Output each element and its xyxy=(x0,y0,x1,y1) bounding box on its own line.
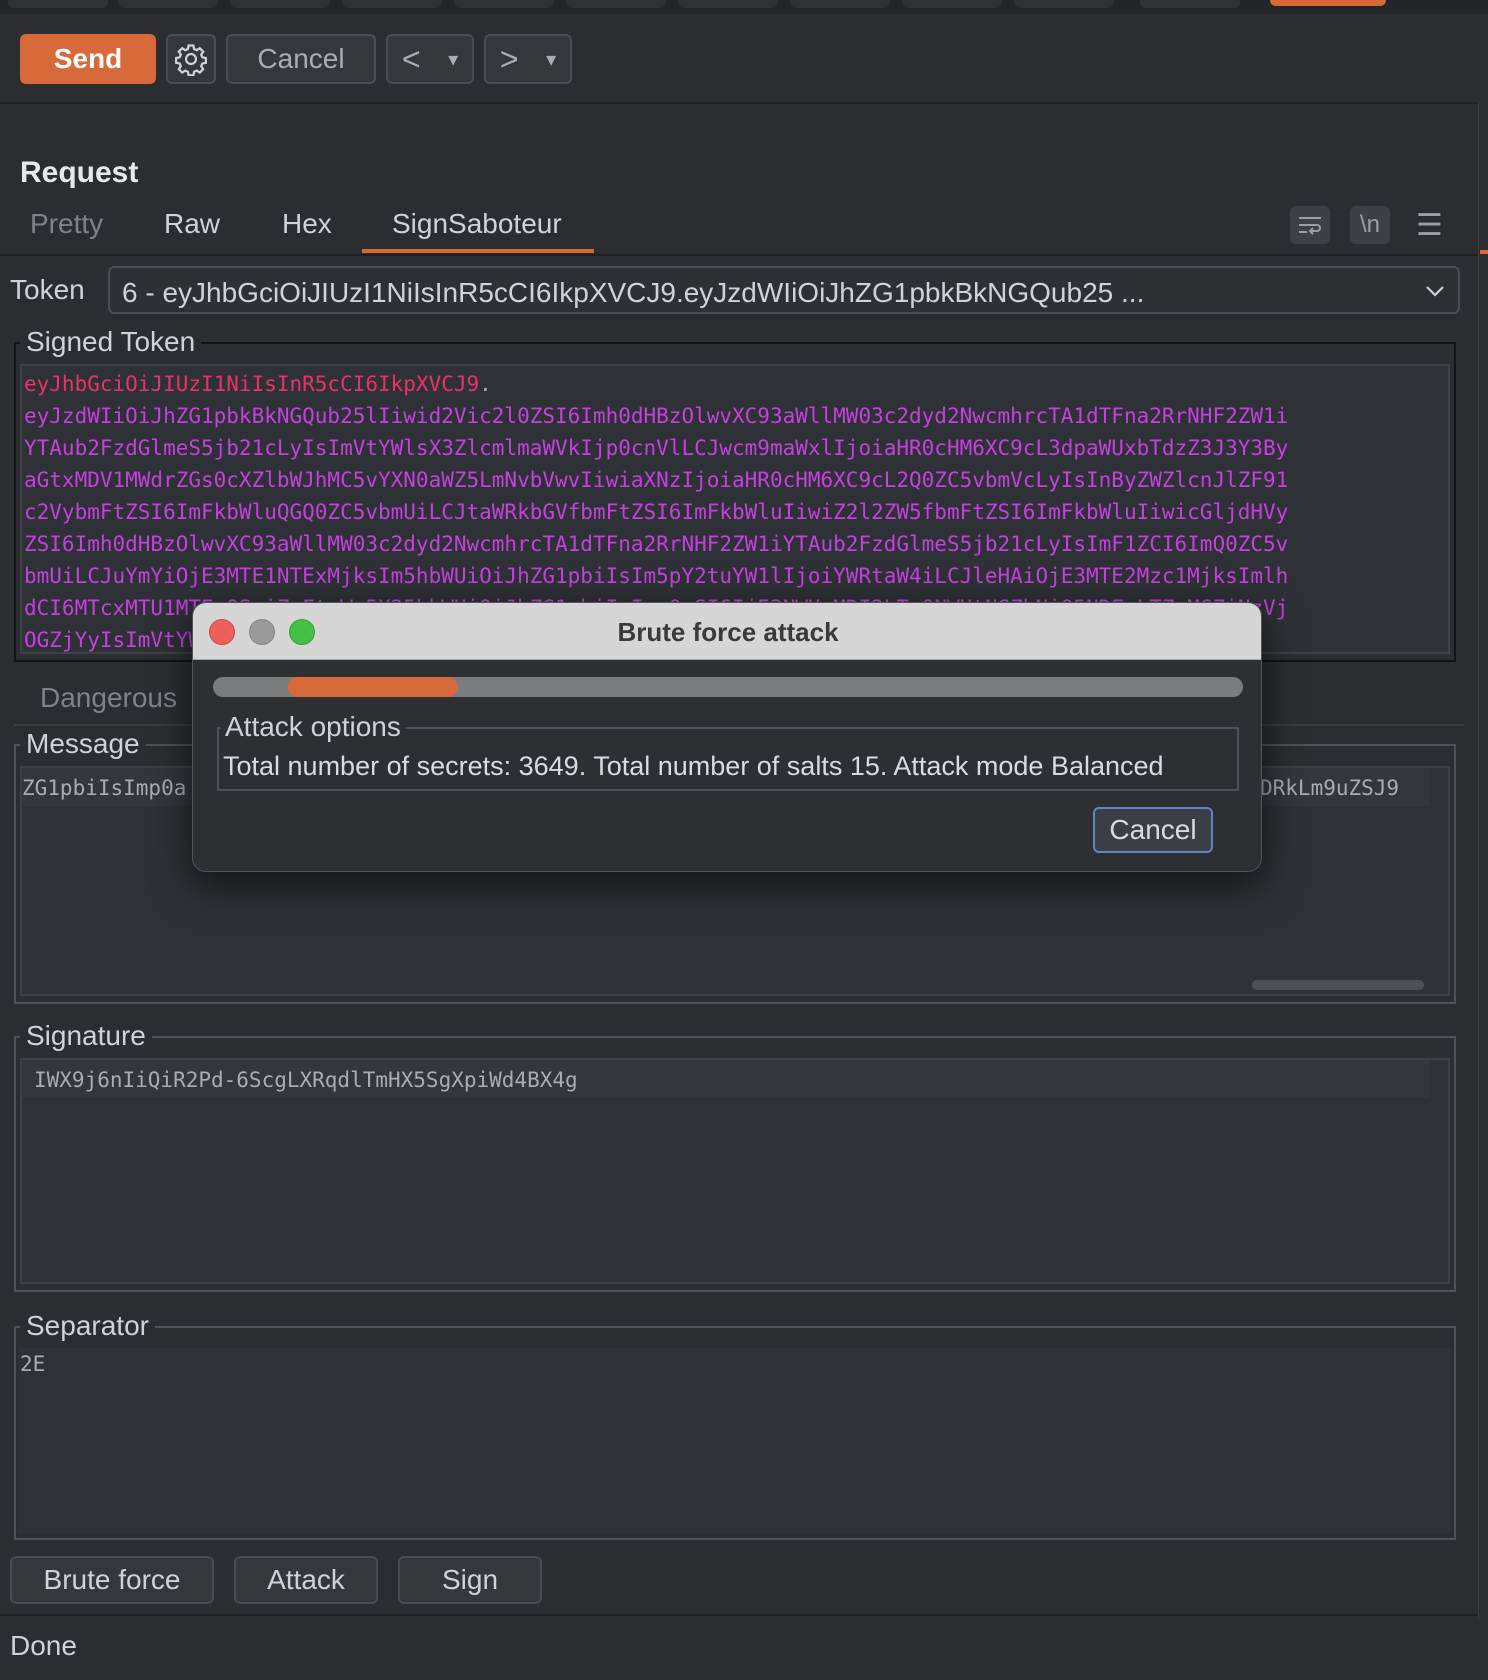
tab-stub[interactable] xyxy=(454,0,554,8)
tab-stub[interactable] xyxy=(342,0,442,8)
message-legend: Message xyxy=(20,728,146,760)
signed-token-legend: Signed Token xyxy=(20,326,202,358)
horizontal-scrollbar[interactable] xyxy=(1252,980,1424,990)
wrap-lines-icon xyxy=(1299,217,1321,235)
signature-legend: Signature xyxy=(20,1020,152,1052)
separator-textarea[interactable]: 2E xyxy=(18,1348,1452,1534)
token-label: Token xyxy=(10,274,85,305)
signature-textarea[interactable]: IWX9j6nIiQiR2Pd-6ScgLXRqdlTmHX5SgXpiWd4B… xyxy=(20,1058,1450,1284)
brute-force-dialog: Brute force attack Attack options Total … xyxy=(192,602,1262,872)
dialog-title: Brute force attack xyxy=(617,617,839,647)
token-payload-line: c2VybmFtZSI6ImFkbWluQGQ0ZC5vbmUiLCJtaWRk… xyxy=(24,500,1289,524)
history-forward-button[interactable]: > ▾ xyxy=(484,34,572,84)
side-panel-marker xyxy=(1480,250,1488,254)
tab-pretty[interactable]: Pretty xyxy=(30,208,103,240)
send-button[interactable]: Send xyxy=(20,34,156,84)
progress-bar xyxy=(213,677,1243,697)
token-select[interactable]: 6 - eyJhbGciOiJIUzI1NiIsInR5cCI6IkpXVCJ9… xyxy=(108,266,1460,314)
tab-stub[interactable] xyxy=(1014,0,1114,8)
progress-fill xyxy=(288,677,459,697)
token-payload-line: bmUiLCJuYmYiOjE3MTE1NTExMjksIm5hbWUiOiJh… xyxy=(24,564,1289,588)
chevron-down-icon xyxy=(1426,286,1444,297)
newline-toggle-button[interactable]: \n xyxy=(1350,206,1390,244)
signature-text: IWX9j6nIiQiR2Pd-6ScgLXRqdlTmHX5SgXpiWd4B… xyxy=(34,1068,578,1092)
token-dot: . xyxy=(479,372,492,396)
dropdown-arrow-icon[interactable]: ▾ xyxy=(546,47,556,72)
attack-options-legend: Attack options xyxy=(221,711,405,743)
top-tab-strip xyxy=(0,0,1488,15)
token-payload-line: ZSI6Imh0dHBzOlwvXC93aWllMW03c2dyd2Nwcmhr… xyxy=(24,532,1289,556)
chevron-right-icon: > xyxy=(499,40,519,77)
message-visible-right: DRkLm9uZSJ9 xyxy=(1260,776,1400,800)
request-title: Request xyxy=(20,156,139,189)
side-panel-edge xyxy=(1478,100,1488,1620)
token-payload-line: eyJzdWIiOiJhZG1pbkBkNGQub25lIiwid2Vic2l0… xyxy=(24,404,1289,428)
token-header-part: eyJhbGciOiJIUzI1NiIsInR5cCI6IkpXVCJ9 xyxy=(24,372,480,396)
newline-icon: \n xyxy=(1359,211,1380,238)
message-visible-left: ZG1pbiIsImp0a xyxy=(22,776,187,800)
brute-force-button[interactable]: Brute force xyxy=(10,1556,214,1604)
tab-divider xyxy=(0,254,1478,256)
active-tab-indicator[interactable] xyxy=(1270,0,1386,6)
tab-raw[interactable]: Raw xyxy=(164,208,220,240)
tab-stub[interactable] xyxy=(902,0,1002,8)
status-text: Done xyxy=(10,1630,77,1661)
wrap-lines-button[interactable] xyxy=(1290,206,1330,244)
tab-signsaboteur[interactable]: SignSaboteur xyxy=(392,208,562,240)
gear-icon xyxy=(174,44,208,76)
tab-stub[interactable] xyxy=(678,0,778,8)
token-selected-value: 6 - eyJhbGciOiJIUzI1NiIsInR5cCI6IkpXVCJ9… xyxy=(122,277,1145,308)
tab-dangerous[interactable]: Dangerous xyxy=(40,682,177,714)
repeater-toolbar xyxy=(0,14,1488,104)
token-payload-line: aGtxMDV1MWdrZGs0cXZlbWJhMC5vYXN0aWZ5LmNv… xyxy=(24,468,1289,492)
tab-stub[interactable] xyxy=(8,0,108,8)
attack-button[interactable]: Attack xyxy=(234,1556,378,1604)
tab-stub[interactable] xyxy=(790,0,890,8)
active-tab-underline xyxy=(362,249,594,253)
dropdown-arrow-icon[interactable]: ▾ xyxy=(448,47,458,72)
cancel-button[interactable]: Cancel xyxy=(226,34,376,84)
tab-stub[interactable] xyxy=(566,0,666,8)
menu-icon[interactable]: ☰ xyxy=(1416,208,1443,243)
separator-legend: Separator xyxy=(20,1310,155,1342)
token-payload-line: YTAub2FzdGlmeS5jb21cLyIsImVtYWlsX3Zlcmlm… xyxy=(24,436,1289,460)
dialog-cancel-button[interactable]: Cancel xyxy=(1093,807,1213,853)
separator-text: 2E xyxy=(20,1352,46,1376)
attack-options-text: Total number of secrets: 3649. Total num… xyxy=(223,751,1164,781)
tab-stub[interactable] xyxy=(118,0,218,8)
sign-button[interactable]: Sign xyxy=(398,1556,542,1604)
chevron-left-icon: < xyxy=(401,40,421,77)
tab-stub[interactable] xyxy=(230,0,330,8)
tab-hex[interactable]: Hex xyxy=(282,208,332,240)
tab-stub[interactable] xyxy=(1140,0,1240,8)
history-back-button[interactable]: < ▾ xyxy=(386,34,474,84)
status-divider xyxy=(0,1614,1478,1616)
settings-button[interactable] xyxy=(166,34,216,84)
